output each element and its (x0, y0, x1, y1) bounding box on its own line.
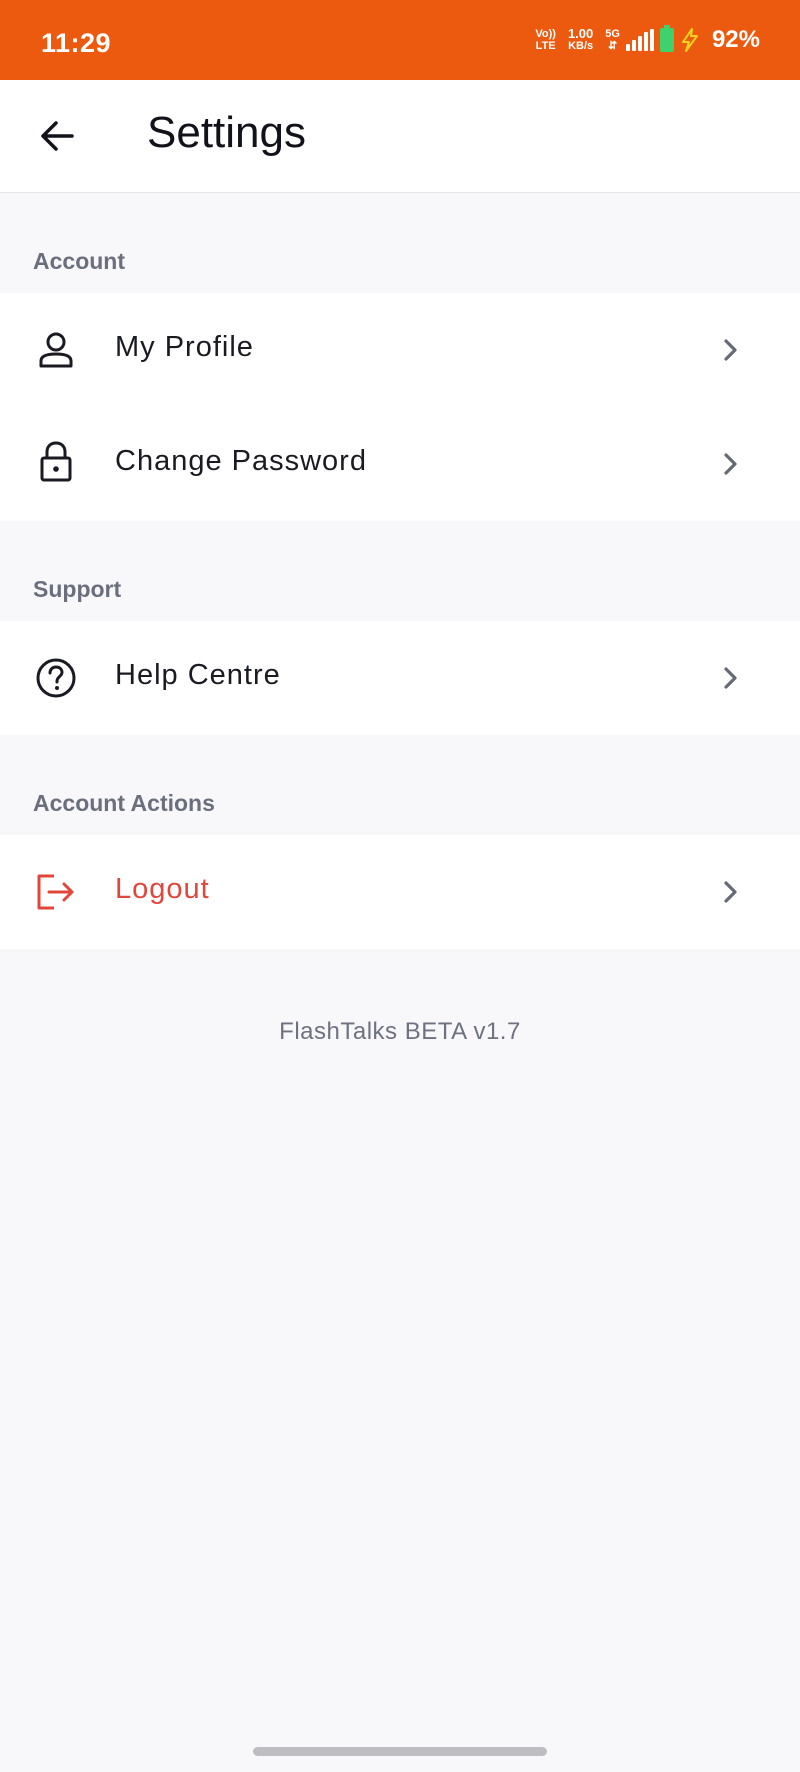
chevron-right-icon (724, 453, 737, 475)
help-circle-icon (36, 658, 76, 698)
help-centre-item[interactable]: Help Centre (0, 621, 800, 735)
battery-percent: 92% (711, 26, 760, 53)
chevron-right-icon (724, 667, 737, 689)
status-indicators: Vo)) LTE 1.00 KB/s 5G ⇵ 92% (535, 25, 760, 54)
logout-icon (37, 874, 74, 910)
chevron-right-icon (724, 339, 737, 361)
lock-icon (40, 441, 72, 482)
my-profile-item[interactable]: My Profile (0, 293, 800, 407)
logout-item[interactable]: Logout (0, 835, 800, 949)
logout-label: Logout (115, 873, 210, 905)
chevron-right-icon (724, 881, 737, 903)
account-actions-group: Logout (0, 835, 800, 949)
network-type: 5G ⇵ (605, 28, 620, 52)
app-version: FlashTalks BETA v1.7 (279, 1018, 521, 1045)
section-header-account: Account (33, 248, 125, 274)
support-group: Help Centre (0, 621, 800, 735)
my-profile-label: My Profile (115, 331, 254, 363)
section-header-support: Support (33, 576, 122, 602)
change-password-item[interactable]: Change Password (0, 407, 800, 521)
arrow-left-icon[interactable] (34, 112, 82, 160)
home-indicator[interactable] (253, 1747, 547, 1756)
page-title: Settings (147, 108, 306, 157)
section-header-account-actions: Account Actions (33, 790, 215, 816)
person-icon (39, 332, 73, 368)
charging-icon (681, 28, 698, 52)
status-time: 11:29 (41, 28, 112, 58)
battery-icon (659, 25, 674, 52)
change-password-label: Change Password (115, 445, 367, 477)
app-bar: Settings (0, 80, 800, 193)
help-centre-label: Help Centre (115, 659, 281, 691)
account-group: My Profile Change Password (0, 293, 800, 521)
status-bar: 11:29 Vo)) LTE 1.00 KB/s 5G ⇵ 92% (0, 0, 800, 80)
volte-indicator: Vo)) LTE (535, 28, 556, 52)
signal-icon (625, 29, 654, 51)
network-speed: 1.00 KB/s (567, 26, 594, 52)
